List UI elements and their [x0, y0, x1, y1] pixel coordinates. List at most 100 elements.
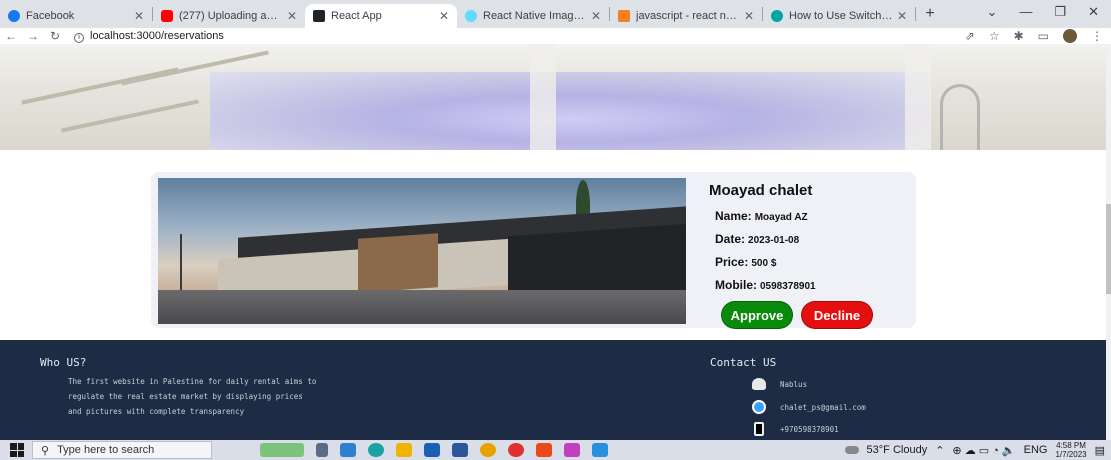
price-value: 500 $	[751, 258, 777, 269]
react-icon	[465, 10, 477, 22]
phone-text: +970598378901	[780, 424, 839, 434]
office-icon[interactable]	[536, 443, 552, 457]
close-icon[interactable]: ✕	[591, 9, 601, 23]
tab-search-chevron-icon[interactable]: ⌄	[987, 4, 998, 20]
mobile-value: 0598378901	[760, 281, 816, 292]
name-row: Name: Moayad AZ	[715, 209, 909, 223]
notifications-icon[interactable]: ▤	[1095, 444, 1105, 457]
new-tab-icon[interactable]: +	[916, 5, 944, 23]
kebab-menu-icon[interactable]: ⋮	[1091, 29, 1103, 43]
road	[158, 290, 686, 324]
tab-label: React Native Image Compo	[483, 10, 587, 22]
search-placeholder: Type here to search	[57, 444, 155, 456]
address-bar: ← → ↻ i localhost:3000/reservations ⇗ ☆ ✱…	[0, 28, 1111, 44]
tab-label: Facebook	[26, 10, 75, 22]
contact-email: chalet_ps@gmail.com	[752, 400, 866, 414]
who-us-heading: Who US?	[40, 356, 87, 369]
star-icon[interactable]: ☆	[989, 29, 1000, 43]
window-controls: ⌄ — ❐ ✕	[987, 4, 1111, 20]
chalet-photo	[158, 178, 686, 324]
language-indicator[interactable]: ENG	[1024, 444, 1048, 456]
store-icon[interactable]	[340, 443, 356, 457]
name-value: Moayad AZ	[754, 212, 808, 223]
scrollbar-thumb[interactable]	[1106, 204, 1111, 294]
description-line: and pictures with complete transparency	[68, 407, 245, 416]
weather-text[interactable]: 53°F Cloudy	[867, 444, 928, 456]
opera-icon[interactable]	[508, 443, 524, 457]
approve-button[interactable]: Approve	[721, 301, 793, 329]
forward-arrow-icon[interactable]: →	[22, 29, 44, 43]
chalet-name: Moayad chalet	[709, 182, 813, 199]
tab-react-app[interactable]: React App ✕	[305, 4, 457, 28]
decline-button[interactable]: Decline	[801, 301, 873, 329]
taskbar-search-input[interactable]: ⚲ Type here to search	[32, 441, 212, 459]
phone-icon	[754, 422, 764, 436]
react-icon	[313, 10, 325, 22]
hero-pool-image	[0, 44, 1106, 150]
date-row: Date: 2023-01-08	[715, 232, 909, 246]
task-view-icon[interactable]	[316, 443, 328, 457]
site-footer: Who US? The first website in Palestine f…	[0, 340, 1106, 440]
tab-facebook[interactable]: Facebook ✕	[0, 4, 152, 28]
windows-start-icon[interactable]	[10, 443, 24, 457]
mobile-label: Mobile:	[715, 278, 757, 292]
restore-icon[interactable]: ❐	[1054, 4, 1066, 20]
who-us-description: The first website in Palestine for daily…	[68, 374, 398, 419]
tab-youtube[interactable]: (277) Uploading an Image to ✕	[153, 4, 305, 28]
description-line: The first website in Palestine for daily…	[68, 377, 317, 386]
tab-stackoverflow[interactable]: javascript - react native use ✕	[610, 4, 762, 28]
hero-overlay	[0, 44, 1106, 150]
widget-image-icon[interactable]	[260, 443, 304, 457]
system-tray: 53°F Cloudy ⌃ ⊕ ☁ ▭ ◔ 🔈 ENG 4:58 PM 1/7/…	[844, 440, 1105, 460]
close-icon[interactable]: ✕	[287, 9, 297, 23]
lamp-post	[180, 234, 182, 290]
minimize-icon[interactable]: —	[1019, 4, 1032, 20]
price-label: Price:	[715, 255, 749, 269]
date-value: 2023-01-08	[748, 235, 800, 246]
extensions-puzzle-icon[interactable]: ✱	[1014, 29, 1024, 43]
vscode-icon[interactable]	[592, 443, 608, 457]
stackoverflow-icon	[618, 10, 630, 22]
info-icon[interactable]: i	[74, 32, 84, 43]
close-icon[interactable]: ✕	[439, 9, 449, 23]
word-icon[interactable]	[452, 443, 468, 457]
search-icon: ⚲	[41, 444, 50, 457]
share-icon[interactable]: ⇗	[965, 29, 975, 43]
side-panel-icon[interactable]: ▭	[1038, 29, 1049, 43]
close-icon[interactable]: ✕	[744, 9, 754, 23]
edge-icon[interactable]	[368, 443, 384, 457]
mail-icon	[752, 400, 766, 414]
back-arrow-icon[interactable]: ←	[0, 29, 22, 43]
description-line: regulate the real estate market by displ…	[68, 392, 303, 401]
tab-switch-case[interactable]: How to Use Switch Case Sta ✕	[763, 4, 915, 28]
mobile-row: Mobile: 0598378901	[715, 278, 909, 292]
reservation-card: Moayad chalet Name: Moayad AZ Date: 2023…	[151, 172, 916, 329]
tray-icons[interactable]: ⊕ ☁ ▭ ◔ 🔈	[952, 444, 1015, 457]
close-icon[interactable]: ✕	[897, 9, 907, 23]
window-close-icon[interactable]: ✕	[1088, 4, 1099, 20]
clock-time: 4:58 PM	[1056, 441, 1086, 450]
browser-tab-strip: Facebook ✕ (277) Uploading an Image to ✕…	[0, 0, 1111, 28]
close-icon[interactable]: ✕	[134, 9, 144, 23]
email-text: chalet_ps@gmail.com	[780, 402, 866, 412]
clock[interactable]: 4:58 PM 1/7/2023	[1055, 441, 1086, 459]
tab-label: How to Use Switch Case Sta	[789, 10, 893, 22]
facebook-icon	[8, 10, 20, 22]
profile-avatar[interactable]	[1063, 29, 1077, 43]
tab-label: React App	[331, 10, 382, 22]
file-explorer-icon[interactable]	[396, 443, 412, 457]
cloud-icon	[844, 446, 859, 454]
mail-app-icon[interactable]	[424, 443, 440, 457]
tab-react-native-image[interactable]: React Native Image Compo ✕	[457, 4, 609, 28]
reload-icon[interactable]: ↻	[44, 29, 66, 43]
youtube-icon	[161, 10, 173, 22]
location-text: Nablus	[780, 379, 808, 389]
page-scrollbar[interactable]	[1106, 44, 1111, 440]
url-field[interactable]: i localhost:3000/reservations	[74, 30, 224, 43]
chrome-icon[interactable]	[480, 443, 496, 457]
price-row: Price: 500 $	[715, 255, 909, 269]
clock-date: 1/7/2023	[1055, 450, 1087, 459]
stone-entrance	[358, 233, 438, 293]
chevron-up-icon[interactable]: ⌃	[935, 444, 944, 457]
paint-icon[interactable]	[564, 443, 580, 457]
